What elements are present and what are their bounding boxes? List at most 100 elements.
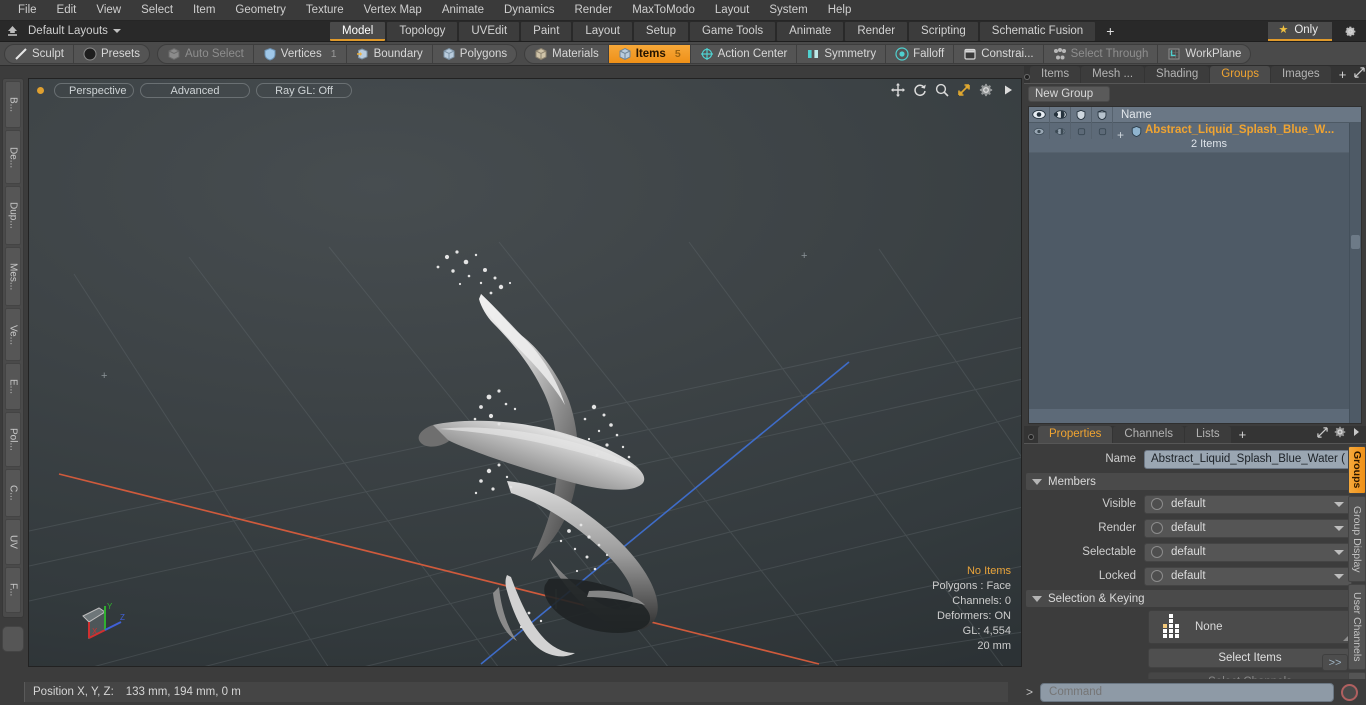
items-button[interactable]: Items 5	[608, 44, 691, 63]
tab-uvedit[interactable]: UVEdit	[459, 21, 520, 41]
render-icon[interactable]	[1050, 106, 1071, 123]
left-tab-polygon[interactable]: Pol...	[5, 412, 21, 468]
menu-item-render[interactable]: Render	[564, 0, 622, 21]
locked-dropdown[interactable]: default	[1144, 566, 1352, 586]
tab-shading[interactable]: Shading	[1145, 66, 1210, 83]
menu-item-animate[interactable]: Animate	[432, 0, 494, 21]
selectable-dropdown[interactable]: default	[1144, 542, 1352, 562]
members-section-header[interactable]: Members	[1026, 473, 1352, 490]
gear-icon[interactable]	[1334, 426, 1346, 441]
right-tab-group-display[interactable]: Group Display	[1348, 496, 1366, 582]
viewport-shading-selector[interactable]: Advanced	[140, 82, 250, 98]
menu-item-help[interactable]: Help	[818, 0, 862, 21]
tab-images[interactable]: Images	[1270, 66, 1331, 83]
expand-icon[interactable]	[1317, 426, 1328, 441]
row-expander[interactable]: +	[1117, 128, 1124, 142]
row-eye-toggle[interactable]	[1029, 123, 1050, 139]
eye-icon[interactable]	[1029, 106, 1050, 123]
menu-item-maxtomodo[interactable]: MaxToModo	[622, 0, 705, 21]
tab-topology[interactable]: Topology	[387, 21, 458, 41]
name-field[interactable]: Abstract_Liquid_Splash_Blue_Water (	[1144, 449, 1352, 469]
left-tab-curve[interactable]: C...	[5, 469, 21, 518]
zoom-icon[interactable]	[934, 82, 949, 97]
viewport-view-selector[interactable]: Perspective	[54, 82, 134, 98]
properties-menu-icon[interactable]	[1024, 434, 1038, 443]
group-item-list[interactable]: Name + Abstract_Liquid_Splash_Blue_W... …	[1028, 106, 1362, 424]
visible-dropdown[interactable]: default	[1144, 494, 1352, 514]
tab-game-tools[interactable]: Game Tools	[689, 21, 776, 41]
symmetry-button[interactable]: Symmetry	[797, 44, 887, 63]
tab-paint[interactable]: Paint	[521, 21, 572, 41]
record-icon[interactable]	[1341, 683, 1358, 701]
right-tab-groups[interactable]: Groups	[1348, 446, 1366, 494]
left-tab-extra-button[interactable]	[2, 626, 24, 652]
tab-properties[interactable]: Properties	[1038, 426, 1113, 443]
3d-viewport[interactable]: + + Perspective Advanced Ray GL: Off X Y…	[28, 78, 1022, 667]
play-icon[interactable]	[1000, 82, 1015, 97]
tab-setup[interactable]: Setup	[633, 21, 688, 41]
add-properties-tab-button[interactable]: +	[1232, 426, 1254, 443]
move-icon[interactable]	[890, 82, 905, 97]
tab-scripting[interactable]: Scripting	[909, 21, 978, 41]
new-group-button[interactable]: New Group	[1028, 86, 1111, 102]
table-row[interactable]: + Abstract_Liquid_Splash_Blue_W... 2 Ite…	[1029, 123, 1361, 153]
menu-item-texture[interactable]: Texture	[296, 0, 354, 21]
workplane-button[interactable]: WorkPlane	[1158, 45, 1250, 63]
menu-item-edit[interactable]: Edit	[47, 0, 87, 21]
lock-open-icon[interactable]	[1071, 106, 1092, 123]
tab-layout[interactable]: Layout	[573, 21, 632, 41]
chevron-right-icon[interactable]	[1352, 427, 1360, 440]
tab-render[interactable]: Render	[845, 21, 908, 41]
row-render-toggle[interactable]	[1050, 123, 1071, 139]
left-tab-fur[interactable]: F...	[5, 567, 21, 613]
layout-selector[interactable]: Default Layouts	[24, 25, 127, 37]
key-set-selector[interactable]: None	[1148, 610, 1352, 644]
falloff-button[interactable]: Falloff	[886, 44, 955, 63]
constraints-button[interactable]: Constrai...	[954, 44, 1044, 63]
menu-item-dynamics[interactable]: Dynamics	[494, 0, 564, 21]
only-toggle-button[interactable]: ★ Only	[1268, 22, 1332, 41]
left-tab-uv[interactable]: UV	[5, 519, 21, 566]
tab-items[interactable]: Items	[1030, 66, 1081, 83]
left-tab-mesh[interactable]: Mes...	[5, 246, 21, 307]
vertices-button[interactable]: Vertices 1	[254, 44, 347, 63]
gear-icon[interactable]	[1340, 23, 1360, 40]
materials-button[interactable]: Materials	[525, 44, 609, 63]
presets-button[interactable]: Presets	[74, 45, 149, 63]
action-center-button[interactable]: Action Center	[691, 44, 798, 63]
tab-channels[interactable]: Channels	[1113, 426, 1185, 443]
sculpt-button[interactable]: Sculpt	[5, 44, 74, 63]
menu-item-vertex-map[interactable]: Vertex Map	[354, 0, 432, 21]
menu-item-view[interactable]: View	[86, 0, 131, 21]
menu-item-item[interactable]: Item	[183, 0, 225, 21]
rotate-icon[interactable]	[912, 82, 927, 97]
gear-icon[interactable]	[978, 82, 993, 97]
menu-item-file[interactable]: File	[8, 0, 47, 21]
fit-icon[interactable]	[956, 82, 971, 97]
left-tab-basic[interactable]: B...	[5, 81, 21, 129]
row-select-toggle[interactable]	[1092, 123, 1113, 139]
menu-item-select[interactable]: Select	[131, 0, 183, 21]
add-panel-tab-button[interactable]: +	[1332, 66, 1354, 83]
auto-select-button[interactable]: Auto Select	[158, 44, 254, 63]
item-list-scrollbar[interactable]	[1349, 123, 1361, 423]
forward-button[interactable]: >>	[1322, 654, 1348, 671]
viewport-raygl-selector[interactable]: Ray GL: Off	[256, 82, 352, 98]
select-icon[interactable]	[1092, 106, 1113, 123]
tab-groups[interactable]: Groups	[1210, 66, 1270, 83]
tab-animate[interactable]: Animate	[777, 21, 844, 41]
menu-item-layout[interactable]: Layout	[705, 0, 760, 21]
left-tab-edge[interactable]: E...	[5, 362, 21, 411]
right-tab-user-channels[interactable]: User Channels	[1348, 584, 1366, 670]
menu-item-system[interactable]: System	[759, 0, 817, 21]
polygons-button[interactable]: Polygons	[433, 45, 516, 63]
tab-lists[interactable]: Lists	[1185, 426, 1231, 443]
selection-keying-section-header[interactable]: Selection & Keying	[1026, 590, 1352, 607]
render-dropdown[interactable]: default	[1144, 518, 1352, 538]
tab-mesh-ops[interactable]: Mesh ...	[1081, 66, 1145, 83]
tab-model[interactable]: Model	[330, 21, 386, 41]
command-input[interactable]	[1040, 682, 1334, 702]
home-icon[interactable]	[0, 21, 24, 42]
expand-icon[interactable]	[1354, 67, 1366, 81]
menu-item-geometry[interactable]: Geometry	[225, 0, 296, 21]
